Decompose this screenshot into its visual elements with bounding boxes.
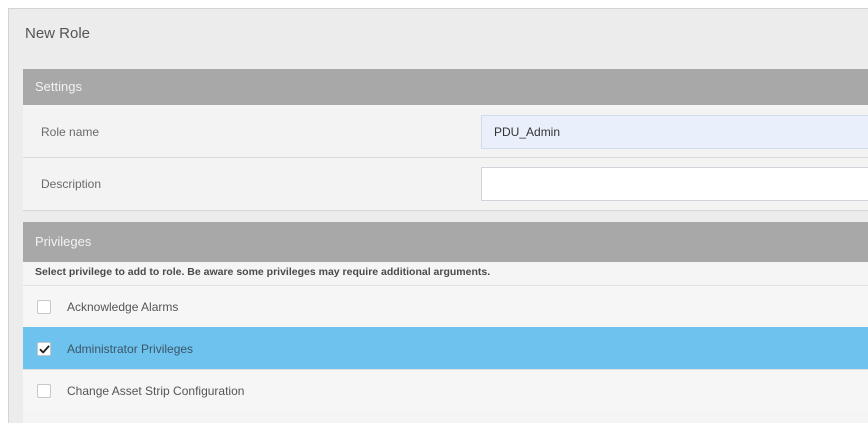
new-role-dialog: New Role Settings Role name Description …	[8, 8, 868, 423]
privilege-label: Change Asset Strip Configuration	[67, 383, 245, 398]
privilege-item-acknowledge-alarms[interactable]: Acknowledge Alarms	[23, 285, 868, 327]
privilege-item-change-asset-strip-configuration[interactable]: Change Asset Strip Configuration	[23, 369, 868, 411]
checkmark-icon	[39, 344, 50, 353]
dialog-title: New Role	[25, 25, 91, 42]
description-input[interactable]	[481, 167, 868, 201]
role-name-label: Role name	[41, 125, 100, 139]
privileges-instructions: Select privilege to add to role. Be awar…	[35, 266, 491, 278]
privileges-section: Privileges Select privilege to add to ro…	[23, 222, 868, 423]
description-label: Description	[41, 177, 102, 191]
role-name-input[interactable]	[481, 115, 868, 149]
settings-section: Settings Role name Description	[23, 69, 868, 211]
description-row: Description	[23, 159, 868, 209]
change-asset-strip-configuration-checkbox[interactable]	[37, 383, 51, 398]
privilege-label: Administrator Privileges	[67, 341, 194, 356]
privilege-list: Acknowledge Alarms Administrator Privile…	[23, 285, 868, 411]
acknowledge-alarms-checkbox[interactable]	[37, 299, 51, 314]
role-name-row: Role name	[23, 107, 868, 158]
page: New Role Settings Role name Description …	[0, 0, 868, 423]
privileges-header: Privileges	[23, 222, 868, 262]
settings-header: Settings	[23, 69, 868, 105]
privilege-label: Acknowledge Alarms	[67, 299, 179, 314]
administrator-privileges-checkbox[interactable]	[37, 341, 51, 356]
privilege-item-administrator-privileges[interactable]: Administrator Privileges	[23, 327, 868, 369]
